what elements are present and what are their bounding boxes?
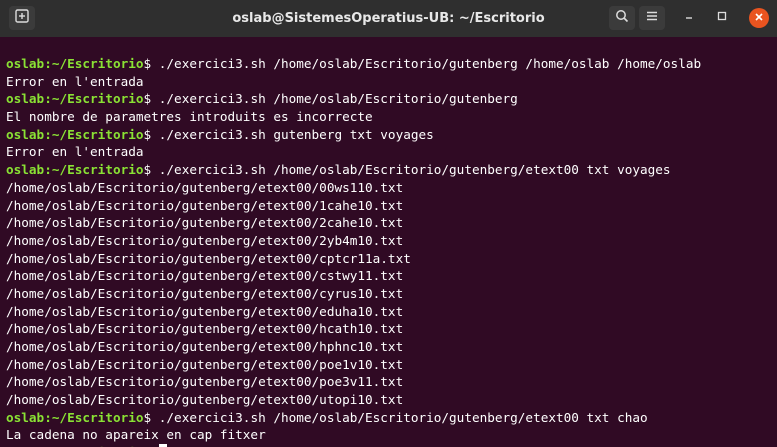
minimize-button[interactable]: [679, 8, 699, 28]
terminal-line: Error en l'entrada: [6, 143, 777, 161]
shell-prompt: oslab:~/Escritorio: [6, 409, 144, 425]
terminal-line: /home/oslab/Escritorio/gutenberg/etext00…: [6, 285, 777, 303]
close-icon: [754, 9, 764, 27]
terminal-window: oslab@SistemesOperatius-UB: ~/Escritorio: [0, 0, 777, 447]
terminal-line: Error en l'entrada: [6, 73, 777, 91]
output-text: /home/oslab/Escritorio/gutenberg/etext00…: [6, 392, 404, 408]
output-text: Error en l'entrada: [6, 144, 144, 160]
output-text: /home/oslab/Escritorio/gutenberg/etext00…: [6, 232, 404, 248]
output-text: /home/oslab/Escritorio/gutenberg/etext00…: [6, 215, 404, 231]
output-text: Error en l'entrada: [6, 73, 144, 89]
terminal-line: oslab:~/Escritorio$ ./exercici3.sh /home…: [6, 161, 777, 179]
terminal-line: /home/oslab/Escritorio/gutenberg/etext00…: [6, 232, 777, 250]
terminal-line: /home/oslab/Escritorio/gutenberg/etext00…: [6, 356, 777, 374]
terminal-line: /home/oslab/Escritorio/gutenberg/etext00…: [6, 197, 777, 215]
terminal-line: El nombre de parametres introduits es in…: [6, 108, 777, 126]
terminal-line: oslab:~/Escritorio$ ./exercici3.sh guten…: [6, 126, 777, 144]
command-text: $ ./exercici3.sh /home/oslab/Escritorio/…: [143, 56, 702, 71]
terminal-line: /home/oslab/Escritorio/gutenberg/etext00…: [6, 373, 777, 391]
terminal-line: /home/oslab/Escritorio/gutenberg/etext00…: [6, 214, 777, 232]
output-text: /home/oslab/Escritorio/gutenberg/etext00…: [6, 285, 404, 301]
shell-prompt: oslab:~/Escritorio: [6, 162, 144, 178]
shell-prompt: oslab:~/Escritorio: [6, 91, 144, 107]
terminal-line: /home/oslab/Escritorio/gutenberg/etext00…: [6, 303, 777, 321]
terminal-line: /home/oslab/Escritorio/gutenberg/etext00…: [6, 391, 777, 409]
output-text: La cadena no apareix en cap fitxer: [6, 427, 266, 443]
terminal-line: /home/oslab/Escritorio/gutenberg/etext00…: [6, 250, 777, 268]
close-button[interactable]: [749, 8, 769, 28]
command-text: $ ./exercici3.sh gutenberg txt voyages: [143, 126, 434, 142]
terminal-line: oslab:~/Escritorio$ ./exercici3.sh /home…: [6, 90, 777, 108]
minimize-icon: [683, 9, 695, 27]
title-bar[interactable]: oslab@SistemesOperatius-UB: ~/Escritorio: [0, 0, 777, 37]
output-text: /home/oslab/Escritorio/gutenberg/etext00…: [6, 356, 404, 372]
output-text: /home/oslab/Escritorio/gutenberg/etext00…: [6, 303, 404, 319]
new-tab-icon: [15, 8, 29, 28]
output-text: /home/oslab/Escritorio/gutenberg/etext00…: [6, 374, 404, 390]
output-text: /home/oslab/Escritorio/gutenberg/etext00…: [6, 321, 404, 337]
terminal-line: /home/oslab/Escritorio/gutenberg/etext00…: [6, 338, 777, 356]
terminal-output[interactable]: oslab:~/Escritorio$ ./exercici3.sh /home…: [0, 37, 777, 447]
shell-prompt: oslab:~/Escritorio: [6, 56, 144, 71]
menu-button[interactable]: [639, 6, 665, 30]
maximize-icon: [716, 9, 728, 27]
output-text: /home/oslab/Escritorio/gutenberg/etext00…: [6, 339, 404, 354]
terminal-line: /home/oslab/Escritorio/gutenberg/etext00…: [6, 267, 777, 285]
search-button[interactable]: [609, 6, 635, 30]
terminal-line: oslab:~/Escritorio$ ./exercici3.sh /home…: [6, 55, 777, 73]
maximize-button[interactable]: [712, 8, 732, 28]
output-text: El nombre de parametres introduits es in…: [6, 109, 373, 125]
output-text: /home/oslab/Escritorio/gutenberg/etext00…: [6, 179, 404, 195]
command-text: $ ./exercici3.sh /home/oslab/Escritorio/…: [143, 409, 648, 425]
new-tab-button[interactable]: [9, 6, 35, 30]
terminal-line: oslab:~/Escritorio$ ./exercici3.sh /home…: [6, 409, 777, 427]
terminal-line: La cadena no apareix en cap fitxer: [6, 426, 777, 444]
output-text: /home/oslab/Escritorio/gutenberg/etext00…: [6, 250, 411, 266]
terminal-line: /home/oslab/Escritorio/gutenberg/etext00…: [6, 320, 777, 338]
output-text: /home/oslab/Escritorio/gutenberg/etext00…: [6, 268, 404, 284]
hamburger-menu-icon: [645, 9, 659, 28]
shell-prompt: oslab:~/Escritorio: [6, 126, 144, 142]
command-text: $ ./exercici3.sh /home/oslab/Escritorio/…: [143, 91, 518, 107]
search-icon: [615, 9, 629, 28]
terminal-line: /home/oslab/Escritorio/gutenberg/etext00…: [6, 179, 777, 197]
command-text: $ ./exercici3.sh /home/oslab/Escritorio/…: [143, 162, 671, 178]
output-text: /home/oslab/Escritorio/gutenberg/etext00…: [6, 197, 404, 213]
